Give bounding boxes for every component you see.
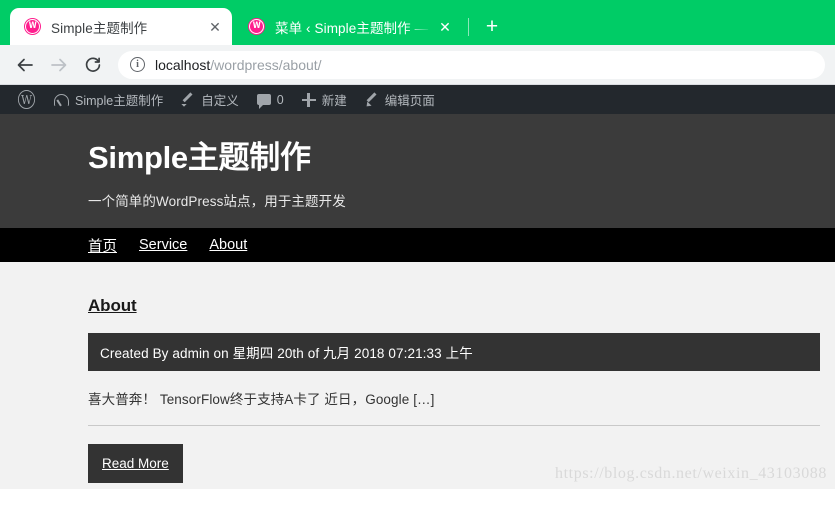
new-tab-button[interactable]: + <box>478 12 506 40</box>
comment-bubble-icon <box>256 94 271 109</box>
browser-tab-inactive[interactable]: W 菜单 ‹ Simple主题制作 — Word ✕ <box>234 8 462 45</box>
watermark-text: https://blog.csdn.net/weixin_43103088 <box>555 465 827 482</box>
browser-tab-title: 菜单 ‹ Simple主题制作 — Word <box>275 20 432 36</box>
admin-bar-label: 自定义 <box>201 94 239 108</box>
site-tagline: 一个简单的WordPress站点，用于主题开发 <box>88 193 346 209</box>
admin-bar-wp-logo[interactable]: W <box>8 85 45 114</box>
wordpress-favicon-icon: W <box>248 18 265 35</box>
site-navigation: 首页 Service About <box>0 228 835 262</box>
favicon-letter: W <box>28 21 37 32</box>
page-title[interactable]: About <box>88 296 137 316</box>
back-icon[interactable] <box>10 50 40 80</box>
site-title[interactable]: Simple主题制作 <box>88 140 835 176</box>
browser-tab-active[interactable]: W Simple主题制作 ✕ <box>10 8 232 45</box>
admin-bar-comment-count: 0 <box>276 92 284 107</box>
read-more-button[interactable]: Read More <box>88 444 183 483</box>
url-host: localhost <box>155 56 211 73</box>
wp-admin-bar: W Simple主题制作 自定义 0 新建 编辑页面 <box>0 85 835 114</box>
admin-bar-item-site-name[interactable]: Simple主题制作 <box>45 85 172 114</box>
admin-bar-item-edit-page[interactable]: 编辑页面 <box>356 85 444 114</box>
site-header: Simple主题制作 一个简单的WordPress站点，用于主题开发 <box>0 114 835 228</box>
post-meta-bar: Created By admin on 星期四 20th of 九月 2018 … <box>88 333 820 371</box>
divider <box>88 425 820 426</box>
address-bar-url: localhost/wordpress/about/ <box>155 57 322 73</box>
edit-pencil-icon <box>365 93 379 107</box>
nav-item-about[interactable]: About <box>209 237 247 253</box>
customize-brush-icon <box>181 93 195 107</box>
wordpress-favicon-icon: W <box>24 18 41 35</box>
favicon-letter: W <box>252 21 261 32</box>
reload-icon[interactable] <box>78 50 108 80</box>
wordpress-logo-icon: W <box>17 90 36 109</box>
post-excerpt: 喜大普奔！ TensorFlow终于支持A卡了 近日，Google […] <box>88 392 435 407</box>
tab-separator <box>468 18 469 36</box>
browser-tab-strip: W Simple主题制作 ✕ W 菜单 ‹ Simple主题制作 — Word … <box>0 0 835 45</box>
browser-tab-title: Simple主题制作 <box>51 20 148 36</box>
dashboard-icon <box>54 93 69 106</box>
url-path: /wordpress/about/ <box>210 56 322 73</box>
nav-item-service[interactable]: Service <box>139 237 187 253</box>
nav-item-home[interactable]: 首页 <box>88 235 117 256</box>
admin-bar-item-new[interactable]: 新建 <box>293 85 356 114</box>
close-icon[interactable]: ✕ <box>206 18 224 36</box>
admin-bar-label: 新建 <box>321 94 347 108</box>
address-bar[interactable]: i localhost/wordpress/about/ <box>118 50 825 79</box>
page-content: About Created By admin on 星期四 20th of 九月… <box>0 262 835 489</box>
plus-icon <box>301 92 316 107</box>
forward-icon[interactable] <box>44 50 74 80</box>
admin-bar-label: Simple主题制作 <box>75 94 164 108</box>
close-icon[interactable]: ✕ <box>436 18 454 36</box>
site-info-icon[interactable]: i <box>130 57 145 72</box>
admin-bar-item-comments[interactable]: 0 <box>248 85 293 114</box>
browser-window: W Simple主题制作 ✕ W 菜单 ‹ Simple主题制作 — Word … <box>0 0 835 506</box>
browser-toolbar: i localhost/wordpress/about/ <box>0 45 835 85</box>
admin-bar-label: 编辑页面 <box>384 94 435 108</box>
admin-bar-item-customize[interactable]: 自定义 <box>172 85 248 114</box>
